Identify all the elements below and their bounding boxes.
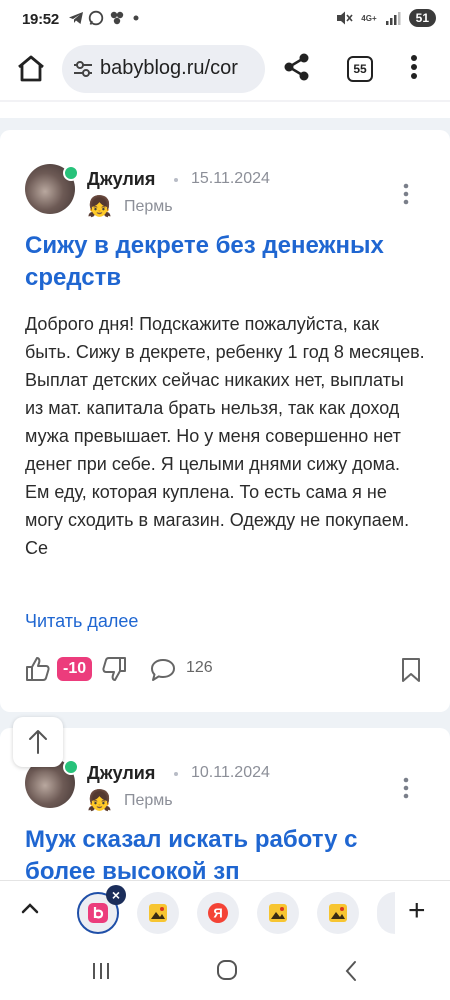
comment-icon[interactable] — [149, 657, 177, 683]
like-icon[interactable] — [25, 656, 51, 682]
tab-item[interactable] — [317, 892, 359, 934]
more-notifications-icon — [133, 15, 139, 21]
babyblog-tab-icon — [88, 903, 108, 923]
new-tab-button[interactable]: + — [408, 896, 426, 926]
read-more-link[interactable]: Читать далее — [25, 611, 138, 632]
post-title[interactable]: Муж сказал искать работу с более высокой… — [25, 824, 425, 888]
post-card: Джулия 15.11.2024 👧 Пермь Сижу в декрете… — [0, 130, 450, 712]
signal-icon — [385, 12, 401, 25]
tab-item-partial[interactable] — [377, 892, 395, 934]
share-icon[interactable] — [283, 52, 311, 82]
site-settings-icon[interactable] — [72, 58, 94, 80]
author-city: Пермь — [124, 792, 173, 809]
girl-icon: 👧 — [87, 790, 112, 812]
community-icon — [110, 11, 124, 25]
system-navigation-bar — [0, 943, 450, 1000]
arrow-up-icon — [29, 730, 47, 754]
separator-dot — [174, 178, 178, 182]
close-tab-button[interactable]: × — [106, 885, 126, 905]
girl-icon: 👧 — [87, 196, 112, 218]
bookmark-icon[interactable] — [400, 657, 422, 683]
tab-switcher-button[interactable]: 55 — [347, 56, 373, 82]
post-actions: -10 126 — [25, 654, 425, 686]
dislike-icon[interactable] — [101, 656, 127, 682]
tab-item[interactable] — [257, 892, 299, 934]
whatsapp-icon — [88, 10, 104, 26]
post-options-icon[interactable] — [402, 182, 410, 206]
image-tab-icon — [329, 904, 347, 922]
home-nav-icon[interactable] — [215, 958, 239, 982]
scroll-to-top-button[interactable] — [13, 717, 63, 767]
back-icon[interactable] — [343, 959, 359, 983]
post-title[interactable]: Сижу в декрете без денежных средств — [25, 230, 425, 294]
recent-apps-icon[interactable] — [90, 960, 112, 982]
divider — [0, 100, 450, 102]
chevron-up-icon[interactable] — [20, 901, 40, 915]
network-type: 4G+ — [361, 13, 377, 23]
tab-item[interactable]: Я — [197, 892, 239, 934]
post-card: Джулия 10.11.2024 👧 Пермь Муж сказал иск… — [0, 728, 450, 898]
post-date: 10.11.2024 — [191, 764, 270, 781]
online-status-dot — [63, 759, 79, 775]
address-bar[interactable]: babyblog.ru/cor — [62, 45, 265, 93]
browser-toolbar: babyblog.ru/cor 55 — [0, 40, 450, 98]
rating-score: -10 — [57, 657, 93, 681]
separator-dot — [174, 772, 178, 776]
tab-item[interactable] — [137, 892, 179, 934]
author-name[interactable]: Джулия — [87, 763, 155, 784]
yandex-letter: Я — [213, 906, 222, 921]
status-bar: 19:52 4G+ 51 — [0, 0, 450, 40]
post-options-icon[interactable] — [402, 776, 410, 800]
previous-post-card-edge — [0, 98, 450, 118]
author-name[interactable]: Джулия — [87, 169, 155, 190]
comment-count[interactable]: 126 — [186, 659, 213, 677]
battery-indicator: 51 — [408, 9, 436, 27]
mute-icon — [337, 11, 353, 25]
author-city: Пермь — [124, 198, 173, 215]
image-tab-icon — [149, 904, 167, 922]
status-time: 19:52 — [22, 11, 59, 28]
tab-strip: × Я + — [0, 880, 450, 944]
home-icon[interactable] — [14, 52, 48, 86]
yandex-tab-icon: Я — [208, 903, 228, 923]
url-text[interactable]: babyblog.ru/cor — [100, 57, 238, 80]
online-status-dot — [63, 165, 79, 181]
telegram-icon — [69, 12, 83, 24]
post-body: Доброго дня! Подскажите пожалуйста, как … — [25, 314, 425, 558]
post-date: 15.11.2024 — [191, 170, 270, 187]
image-tab-icon — [269, 904, 287, 922]
more-menu-icon[interactable] — [410, 54, 418, 80]
